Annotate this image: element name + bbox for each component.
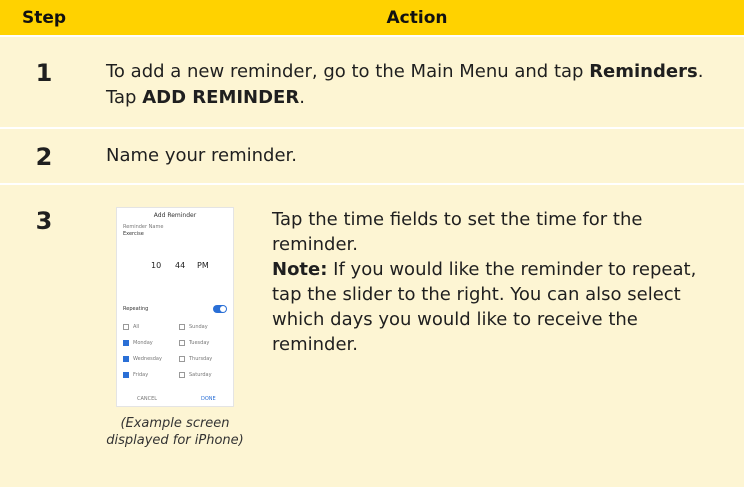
- day-checkbox: [179, 324, 185, 330]
- phone-repeating-label: Repeating: [123, 306, 149, 312]
- note-text: If you would like the reminder to repeat…: [272, 259, 697, 355]
- phone-done: DONE: [201, 396, 216, 402]
- table-header: Step Action: [0, 0, 744, 37]
- note-label: Note:: [272, 259, 328, 280]
- day-label: Sunday: [189, 324, 208, 330]
- day-checkbox: [123, 372, 129, 378]
- day-label: Friday: [133, 372, 149, 378]
- day-label: Thursday: [189, 356, 213, 362]
- day-checkbox: [179, 356, 185, 362]
- day-label: Wednesday: [133, 356, 162, 362]
- description-text: Tap the time fields to set the time for …: [272, 209, 643, 255]
- action-bold: Reminders: [589, 61, 698, 82]
- phone-minute: 44: [175, 261, 186, 270]
- phone-name-value: Exercise: [123, 231, 144, 237]
- day-label: All: [133, 324, 140, 330]
- day-label: Tuesday: [189, 340, 210, 346]
- table-row: 3 Add Reminder Reminder Name Exercise 10…: [0, 185, 744, 489]
- day-checkbox: [123, 356, 129, 362]
- step-description: Tap the time fields to set the time for …: [244, 207, 720, 487]
- table-row: 1 To add a new reminder, go to the Main …: [0, 37, 744, 129]
- phone-title: Add Reminder: [153, 212, 197, 219]
- steps-table: Step Action 1 To add a new reminder, go …: [0, 0, 744, 489]
- step-number: 2: [0, 129, 88, 183]
- day-checkbox: [123, 340, 129, 346]
- example-screen: Add Reminder Reminder Name Exercise 10 4…: [106, 207, 244, 487]
- step-action: To add a new reminder, go to the Main Me…: [90, 37, 744, 127]
- phone-hour: 10: [151, 261, 162, 270]
- action-bold: ADD REMINDER: [142, 87, 300, 108]
- header-step: Step: [21, 7, 67, 28]
- day-label: Monday: [133, 340, 153, 346]
- step-action: Name your reminder.: [90, 129, 744, 183]
- repeat-toggle: [213, 305, 227, 313]
- step-action: Add Reminder Reminder Name Exercise 10 4…: [90, 185, 744, 487]
- step-number: 1: [0, 37, 88, 127]
- day-label: Saturday: [189, 372, 212, 378]
- example-caption: (Example screen displayed for iPhone): [106, 416, 244, 448]
- day-checkbox: [179, 340, 185, 346]
- action-text: .: [299, 87, 305, 108]
- day-checkbox: [179, 372, 185, 378]
- table-row: 2 Name your reminder.: [0, 129, 744, 185]
- day-checkbox: [123, 324, 129, 330]
- header-action: Action: [386, 7, 448, 28]
- action-text: To add a new reminder, go to the Main Me…: [106, 61, 590, 82]
- phone-screenshot: Add Reminder Reminder Name Exercise 10 4…: [116, 207, 234, 407]
- phone-ampm: PM: [197, 261, 209, 270]
- phone-cancel: CANCEL: [137, 396, 158, 402]
- step-number: 3: [0, 185, 88, 487]
- phone-name-label: Reminder Name: [123, 224, 164, 230]
